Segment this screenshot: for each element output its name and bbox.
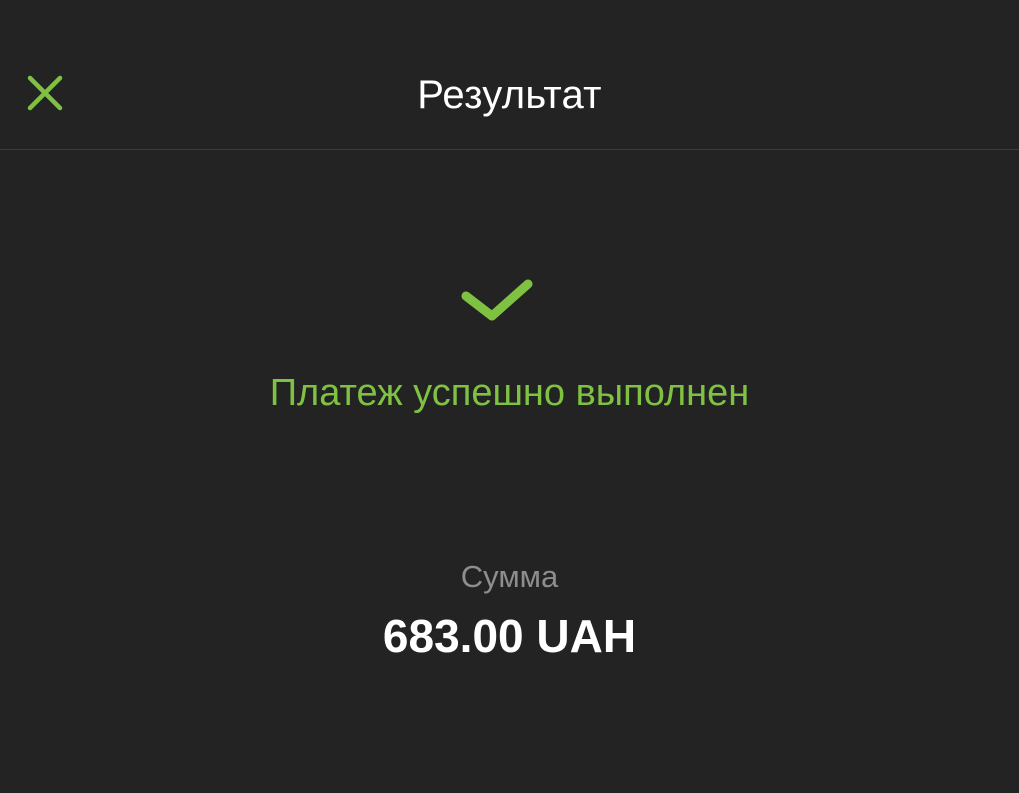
page-title: Результат (417, 73, 602, 117)
amount-label: Сумма (460, 559, 559, 594)
checkmark-icon (458, 276, 536, 324)
header-bar: Результат (0, 0, 1019, 150)
payment-status-message: Платеж успешно выполнен (269, 372, 750, 414)
amount-value: 683.00 UAH (382, 610, 637, 662)
